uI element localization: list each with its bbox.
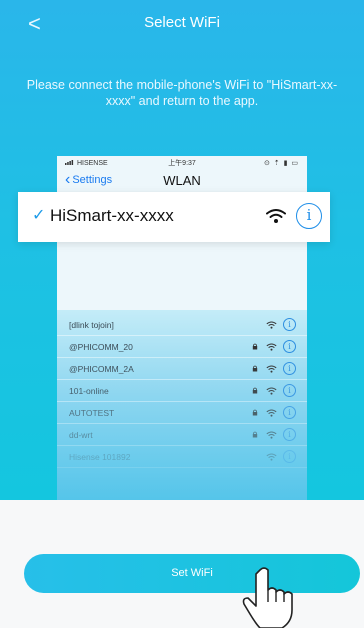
wifi-icon bbox=[266, 431, 277, 439]
wifi-icon bbox=[266, 209, 286, 223]
wifi-icon bbox=[266, 343, 277, 351]
info-icon: i bbox=[283, 428, 296, 441]
pointing-hand-icon bbox=[242, 567, 293, 628]
set-wifi-button[interactable]: Set WiFi bbox=[24, 554, 360, 593]
checkmark-icon: ✓ bbox=[32, 207, 46, 224]
lock-icon bbox=[252, 431, 258, 438]
network-row: AUTOTEST i bbox=[57, 402, 307, 424]
wifi-icon bbox=[266, 409, 277, 417]
network-name: Hisense 101892 bbox=[69, 452, 131, 462]
wifi-icon bbox=[266, 387, 277, 395]
status-icons: ⊙ ⇡ ▮ ▭ bbox=[263, 160, 299, 167]
info-icon: i bbox=[283, 406, 296, 419]
info-icon: i bbox=[296, 203, 322, 229]
lock-icon bbox=[252, 387, 258, 394]
phone-status-bar: HISENSE 上午9:37 ⊙ ⇡ ▮ ▭ bbox=[57, 156, 307, 170]
selected-network-name: HiSmart-xx-xxxx bbox=[50, 206, 174, 225]
network-name: dd-wrt bbox=[69, 430, 93, 440]
carrier-label: HISENSE bbox=[65, 159, 143, 167]
lock-icon bbox=[252, 409, 258, 416]
wifi-icon bbox=[266, 321, 277, 329]
wifi-icon bbox=[266, 365, 277, 373]
lock-icon bbox=[252, 365, 258, 372]
network-name: @PHICOMM_2A bbox=[69, 364, 134, 374]
network-row: 101-online i bbox=[57, 380, 307, 402]
status-time: 上午9:37 bbox=[168, 160, 196, 167]
network-row: [dlink tojoin] i bbox=[57, 314, 307, 336]
network-row: Hisense 101892 i bbox=[57, 446, 307, 468]
network-name: 101-online bbox=[69, 386, 109, 396]
selected-network-card: ✓ HiSmart-xx-xxxx i bbox=[18, 192, 330, 242]
top-bar: < Select WiFi bbox=[0, 0, 364, 52]
instruction-text: Please connect the mobile-phone's WiFi t… bbox=[26, 78, 338, 108]
info-icon: i bbox=[283, 362, 296, 375]
wlan-title: WLAN bbox=[163, 173, 201, 188]
network-row: @PHICOMM_2A i bbox=[57, 358, 307, 380]
wifi-icon bbox=[266, 453, 277, 461]
info-icon: i bbox=[283, 450, 296, 463]
network-name: [dlink tojoin] bbox=[69, 320, 114, 330]
signal-icon bbox=[65, 160, 74, 165]
phone-nav-bar: ‹ Settings WLAN bbox=[57, 170, 307, 194]
network-row: @PHICOMM_20 i bbox=[57, 336, 307, 358]
network-name: @PHICOMM_20 bbox=[69, 342, 133, 352]
info-icon: i bbox=[283, 384, 296, 397]
network-list: [dlink tojoin] i @PHICOMM_20 i @PHICOMM_2A i 1… bbox=[57, 310, 307, 500]
network-name: AUTOTEST bbox=[69, 408, 115, 418]
page-title: Select WiFi bbox=[144, 14, 220, 31]
network-row: dd-wrt i bbox=[57, 424, 307, 446]
info-icon: i bbox=[283, 340, 296, 353]
info-icon: i bbox=[283, 318, 296, 331]
lock-icon bbox=[252, 343, 258, 350]
